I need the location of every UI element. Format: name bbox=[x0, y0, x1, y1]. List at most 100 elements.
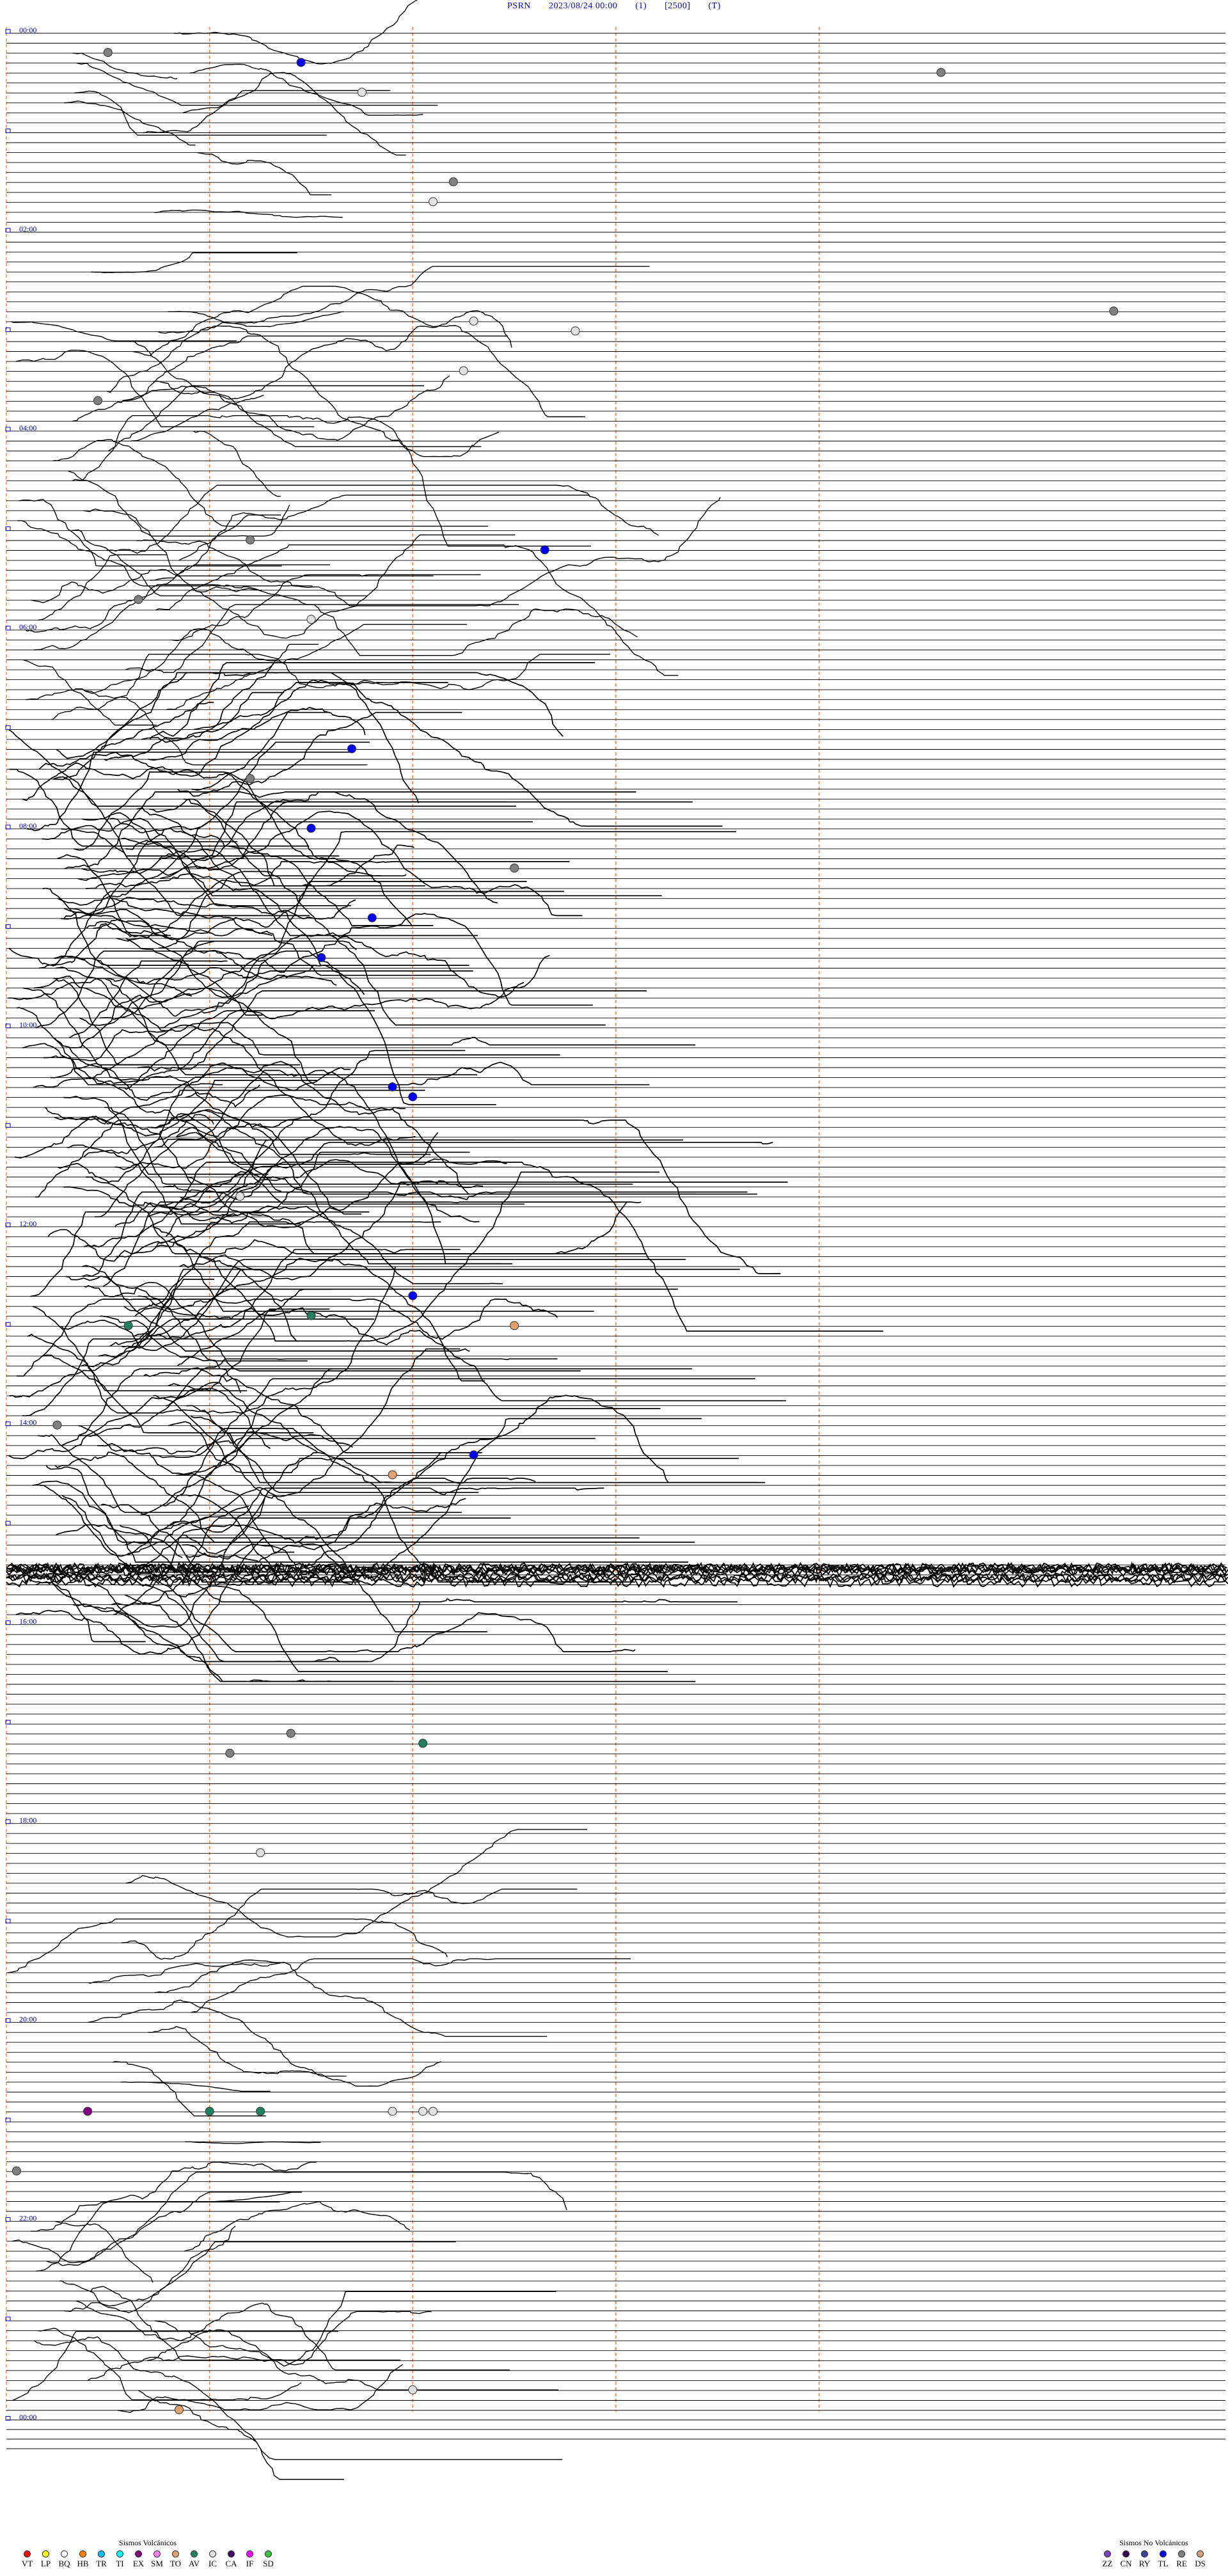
legend-swatch bbox=[172, 2550, 179, 2557]
event-marker-ic bbox=[408, 2385, 418, 2394]
time-label: 00:00 bbox=[19, 2413, 36, 2422]
legend-item-ca: CA bbox=[222, 2550, 240, 2569]
trace-segment bbox=[143, 1367, 482, 1453]
event-marker-ic bbox=[357, 88, 366, 97]
legend-code: DS bbox=[1195, 2559, 1206, 2568]
trace-segment bbox=[64, 791, 636, 869]
trace-segment bbox=[194, 2192, 302, 2202]
legend-code: SM bbox=[151, 2559, 163, 2568]
event-markers bbox=[12, 48, 1119, 2414]
time-label: 08:00 bbox=[19, 821, 36, 830]
legend-swatch bbox=[24, 2550, 31, 2557]
event-marker-tl bbox=[306, 823, 316, 833]
trace-segment bbox=[88, 1961, 547, 2037]
event-marker-re bbox=[286, 1728, 295, 1738]
event-marker-ic bbox=[256, 1848, 265, 1858]
event-marker-tl bbox=[296, 58, 306, 67]
legend-code: VT bbox=[21, 2559, 33, 2568]
legend-swatch bbox=[79, 2550, 86, 2557]
trace-segment bbox=[138, 2390, 563, 2460]
trace-segment bbox=[25, 564, 331, 633]
event-marker-re bbox=[103, 48, 113, 58]
trace-segment bbox=[35, 1119, 365, 1198]
trace-segment bbox=[161, 1205, 503, 1284]
legend-swatch bbox=[265, 2550, 272, 2557]
legend-item-sm: SM bbox=[148, 2550, 166, 2569]
event-marker-to bbox=[175, 2405, 184, 2414]
legend-code: HB bbox=[77, 2559, 89, 2568]
legend-item-ex: EX bbox=[129, 2550, 148, 2569]
trace-segment bbox=[52, 776, 340, 857]
event-marker-av bbox=[306, 1311, 316, 1320]
legend-swatch bbox=[61, 2550, 68, 2557]
trace-segment bbox=[8, 919, 273, 967]
trace-segment bbox=[17, 1007, 223, 1086]
volcanic-legend-title: Sismos Volcánicos bbox=[119, 2538, 177, 2547]
trace-segment bbox=[64, 100, 196, 146]
trace-segment bbox=[154, 209, 343, 218]
time-label: 00:00 bbox=[19, 26, 36, 35]
trace-segment bbox=[55, 967, 696, 1046]
legend-item-cn: CN bbox=[1117, 2550, 1135, 2569]
trace-segment bbox=[83, 624, 468, 694]
legend-code: TI bbox=[116, 2559, 124, 2568]
legend-swatch bbox=[1141, 2550, 1148, 2557]
event-marker-ic bbox=[469, 316, 478, 326]
event-marker-av bbox=[256, 2106, 265, 2116]
trace-segment bbox=[148, 1139, 515, 1217]
legend-swatch bbox=[154, 2550, 161, 2557]
trace-segment bbox=[157, 265, 650, 334]
event-marker-re bbox=[225, 1748, 235, 1758]
event-marker-tl bbox=[540, 545, 549, 555]
trace-segment bbox=[125, 827, 434, 926]
time-label: 06:00 bbox=[19, 622, 36, 631]
time-label: 14:00 bbox=[19, 1418, 36, 1427]
legend-code: CN bbox=[1120, 2559, 1132, 2568]
trace-segment bbox=[146, 2291, 556, 2367]
trace-segment bbox=[76, 62, 438, 106]
legend-item-to: TO bbox=[166, 2550, 185, 2569]
trace-segment bbox=[149, 662, 595, 740]
legend-code: TL bbox=[1158, 2559, 1169, 2568]
event-marker-ic bbox=[235, 1192, 245, 1201]
time-label: 16:00 bbox=[19, 1617, 36, 1626]
legend-item-ti: TI bbox=[111, 2550, 129, 2569]
trace-segment bbox=[177, 711, 462, 797]
legend-item-re: RE bbox=[1172, 2550, 1191, 2569]
legend-swatch bbox=[116, 2550, 123, 2557]
trace-segment bbox=[59, 2225, 236, 2314]
trace-segment bbox=[186, 1405, 766, 1483]
trace-segment bbox=[87, 2000, 347, 2077]
event-marker-re bbox=[134, 595, 143, 604]
trace-segment bbox=[90, 2286, 401, 2361]
trace-segment bbox=[61, 1368, 692, 1446]
time-label: 04:00 bbox=[19, 423, 36, 432]
trace-segment bbox=[46, 2192, 302, 2266]
trace-segment bbox=[120, 2082, 271, 2092]
trace-segment bbox=[55, 2220, 154, 2283]
legend-code: CA bbox=[225, 2559, 237, 2568]
trace-segment bbox=[136, 496, 721, 606]
seismic-traces bbox=[6, 0, 1228, 2480]
trace-segment bbox=[185, 1084, 260, 1107]
helicorder-plot: 00:00 02:00 04:00 06:00 08:00 10:00 12:00 14:00… bbox=[5, 0, 1228, 2480]
trace-segment bbox=[11, 321, 237, 342]
event-marker-ic bbox=[571, 326, 580, 336]
legend-swatch bbox=[1122, 2550, 1130, 2557]
trace-segment bbox=[45, 1452, 441, 1543]
legend-code: AV bbox=[188, 2559, 200, 2568]
trace-segment bbox=[8, 1918, 448, 1973]
legend-item-ds: DS bbox=[1191, 2550, 1209, 2569]
event-marker-ic bbox=[306, 615, 316, 624]
legend-code: LP bbox=[40, 2559, 51, 2568]
nonvolcanic-legend-title: Sismos No Volcánicos bbox=[1119, 2538, 1188, 2547]
legend-swatch bbox=[1178, 2550, 1185, 2557]
trace-segment bbox=[19, 498, 282, 567]
time-label: 20:00 bbox=[19, 2015, 36, 2024]
event-marker-tl bbox=[408, 1291, 418, 1300]
event-marker-tl bbox=[317, 953, 326, 962]
legend-code: ZZ bbox=[1102, 2559, 1113, 2568]
legend-item-vt: VT bbox=[18, 2550, 36, 2569]
legend-code: RY bbox=[1138, 2559, 1151, 2568]
trace-segment bbox=[147, 1050, 466, 1128]
